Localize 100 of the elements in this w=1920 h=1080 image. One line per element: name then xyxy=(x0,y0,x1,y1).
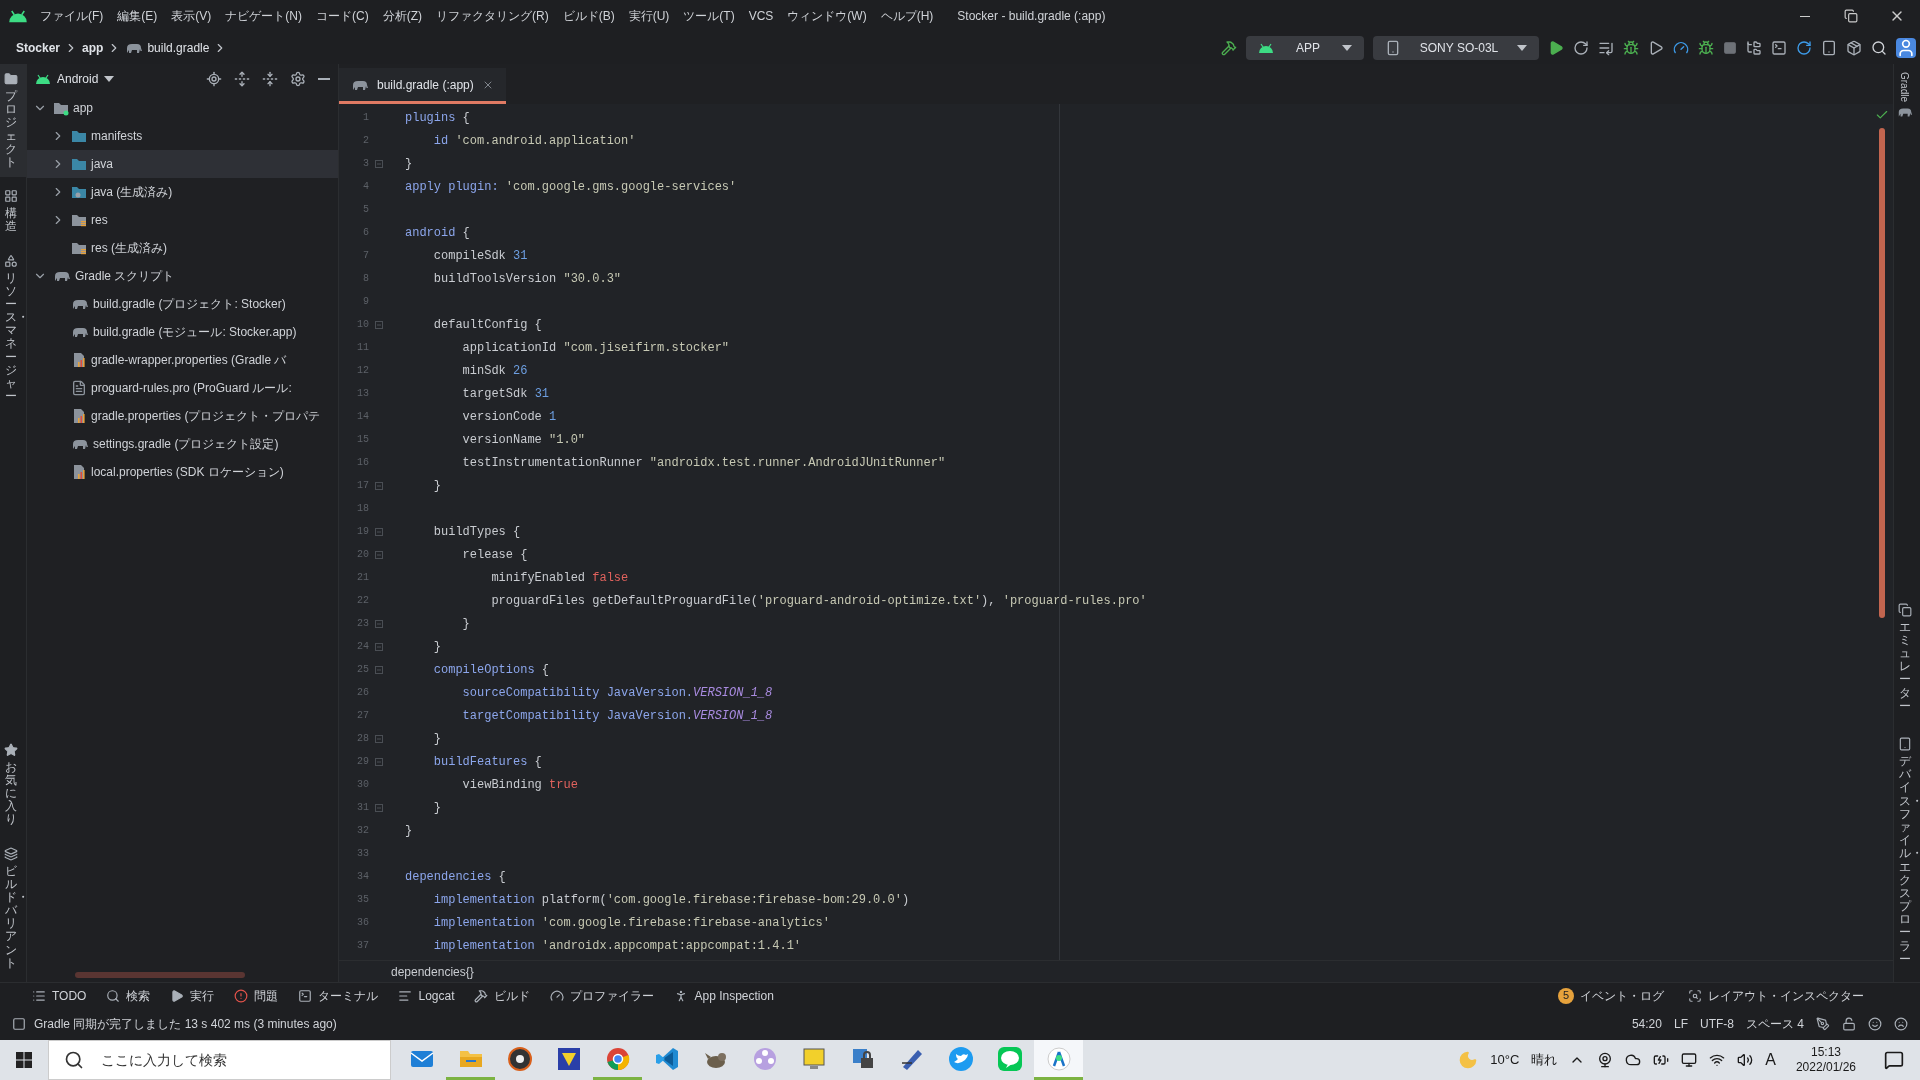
avatar-icon[interactable] xyxy=(1896,38,1916,58)
tree-item[interactable]: manifests xyxy=(27,122,338,150)
search-icon[interactable] xyxy=(1871,40,1887,56)
tree-item[interactable]: settings.gradle (プロジェクト設定) xyxy=(27,430,338,458)
notification-icon[interactable] xyxy=(1884,1050,1904,1070)
camera-icon[interactable] xyxy=(1597,1052,1614,1068)
cursor-position[interactable]: 54:20 xyxy=(1631,1015,1662,1033)
smiley-icon[interactable] xyxy=(1868,1017,1882,1031)
indent-setting[interactable]: スペース 4 xyxy=(1746,1015,1804,1033)
tool-window-button[interactable]: 検索 xyxy=(106,986,151,1005)
tool-window-button[interactable]: ビルド xyxy=(474,986,531,1005)
tree-item[interactable]: gradle-wrapper.properties (Gradle バ xyxy=(27,346,338,374)
tool-window-button[interactable]: App Inspection xyxy=(674,986,774,1005)
tool-window-button[interactable]: 問題 xyxy=(234,986,279,1005)
tree-item[interactable]: build.gradle (モジュール: Stocker.app) xyxy=(27,318,338,346)
breadcrumb[interactable]: app xyxy=(82,39,104,57)
tool-window-button[interactable]: 5 イベント・ログ xyxy=(1558,986,1664,1005)
clock-date[interactable]: 2022/01/26 xyxy=(1795,1060,1856,1075)
cloud-icon[interactable] xyxy=(1625,1052,1642,1068)
input-method-indicator[interactable]: A xyxy=(1765,1048,1776,1072)
tree-item[interactable]: java (生成済み) xyxy=(27,178,338,206)
menu-item[interactable]: ウィンドウ(W) xyxy=(787,7,867,25)
tool-window-button[interactable]: プロファイラー xyxy=(550,986,655,1005)
fold-marker-icon[interactable] xyxy=(375,665,383,674)
bug-icon[interactable] xyxy=(1623,40,1639,56)
menu-item[interactable]: 分析(Z) xyxy=(382,7,422,25)
collapse-all-icon[interactable] xyxy=(262,71,278,87)
tool-window-tab[interactable]: 構造 xyxy=(0,181,26,242)
battery-icon[interactable] xyxy=(1653,1052,1670,1068)
menu-item[interactable]: ツール(T) xyxy=(683,7,735,25)
menu-item[interactable]: 実行(U) xyxy=(628,7,670,25)
fold-marker-icon[interactable] xyxy=(375,527,383,536)
breadcrumb[interactable]: Stocker xyxy=(16,39,61,57)
pen-icon[interactable] xyxy=(1816,1017,1830,1031)
tool-window-button[interactable]: ターミナル xyxy=(298,986,379,1005)
fold-marker-icon[interactable] xyxy=(375,481,383,490)
menu-item[interactable]: ビルド(B) xyxy=(562,7,615,25)
tree-item[interactable]: proguard-rules.pro (ProGuard ルール: xyxy=(27,374,338,402)
fold-marker-icon[interactable] xyxy=(375,619,383,628)
tree-item[interactable]: java xyxy=(27,150,338,178)
tree-item[interactable]: gradle.properties (プロジェクト・プロパテ xyxy=(27,402,338,430)
frown-icon[interactable] xyxy=(1894,1017,1908,1031)
fold-marker-icon[interactable] xyxy=(375,642,383,651)
fold-marker-icon[interactable] xyxy=(375,320,383,329)
tool-window-tab[interactable]: Gradle xyxy=(1894,64,1920,126)
tool-window-tab[interactable]: エミュレーター xyxy=(1894,594,1920,721)
package-icon[interactable] xyxy=(1846,40,1862,56)
tool-window-button[interactable]: 実行 xyxy=(170,986,215,1005)
tool-window-tab[interactable]: リソース・マネージャー xyxy=(0,245,26,412)
rerun-icon[interactable] xyxy=(1573,40,1589,56)
menu-item[interactable]: リファクタリング(R) xyxy=(436,7,549,25)
run-config-dropdown[interactable]: APP xyxy=(1246,36,1364,60)
square-icon[interactable] xyxy=(12,1017,26,1031)
unlock-icon[interactable] xyxy=(1842,1017,1856,1031)
menu-item[interactable]: ナビゲート(N) xyxy=(225,7,302,25)
code-breadcrumb[interactable]: dependencies{} xyxy=(391,962,474,981)
menu-item[interactable]: コード(C) xyxy=(316,7,369,25)
device-dropdown[interactable]: SONY SO-03L xyxy=(1373,36,1539,60)
crosshair-icon[interactable] xyxy=(206,71,222,87)
tree-item[interactable]: app xyxy=(27,94,338,122)
stop-icon[interactable] xyxy=(1723,41,1737,55)
menu-item[interactable]: VCS xyxy=(748,7,774,25)
wifi-icon[interactable] xyxy=(1709,1052,1726,1068)
tool-window-tab[interactable]: プロジェクト xyxy=(0,64,26,178)
terminal-icon[interactable] xyxy=(1771,40,1787,56)
tree-item[interactable]: res xyxy=(27,206,338,234)
line-separator[interactable]: LF xyxy=(1673,1015,1688,1033)
attach-bug-icon[interactable] xyxy=(1698,40,1714,56)
settings-icon[interactable] xyxy=(290,71,306,87)
breadcrumb[interactable]: build.gradle xyxy=(147,39,210,57)
fold-marker-icon[interactable] xyxy=(375,550,383,559)
fold-marker-icon[interactable] xyxy=(375,803,383,812)
tool-window-button[interactable]: Logcat xyxy=(398,986,455,1005)
taskbar-search-field[interactable]: ここに入力して検索 xyxy=(48,1040,391,1080)
tool-window-tab[interactable]: お気に入り xyxy=(0,734,26,835)
tree-item[interactable]: build.gradle (プロジェクト: Stocker) xyxy=(27,290,338,318)
speaker-icon[interactable] xyxy=(1737,1052,1754,1068)
tree-item[interactable]: Gradle スクリプト xyxy=(27,262,338,290)
fold-marker-icon[interactable] xyxy=(375,757,383,766)
tree-item[interactable]: res (生成済み) xyxy=(27,234,338,262)
file-encoding[interactable]: UTF-8 xyxy=(1700,1015,1734,1033)
menu-item[interactable]: 表示(V) xyxy=(171,7,212,25)
tablet-icon[interactable] xyxy=(1821,40,1837,56)
sync-icon[interactable] xyxy=(1796,40,1812,56)
tool-window-button[interactable]: レイアウト・インスペクター xyxy=(1688,986,1864,1005)
tool-window-button[interactable]: TODO xyxy=(32,986,87,1005)
expand-all-icon[interactable] xyxy=(234,71,250,87)
hammer-icon[interactable] xyxy=(1221,40,1237,56)
fold-marker-icon[interactable] xyxy=(375,734,383,743)
monitor-icon[interactable] xyxy=(1681,1052,1698,1068)
tree-item[interactable]: local.properties (SDK ロケーション) xyxy=(27,458,338,486)
profile-run-icon[interactable] xyxy=(1648,40,1664,56)
scrollbar-thumb[interactable] xyxy=(75,972,245,978)
tool-window-tab[interactable]: デバイス・ファイル・エクスプローラー xyxy=(1894,729,1920,974)
gauge-icon[interactable] xyxy=(1673,40,1689,56)
clock-time[interactable]: 15:13 xyxy=(1810,1045,1841,1060)
temperature[interactable]: 10°C xyxy=(1490,1050,1520,1070)
menu-item[interactable]: ヘルプ(H) xyxy=(880,7,934,25)
play-icon[interactable] xyxy=(1548,40,1564,56)
folder-tree-icon[interactable] xyxy=(1746,40,1762,56)
